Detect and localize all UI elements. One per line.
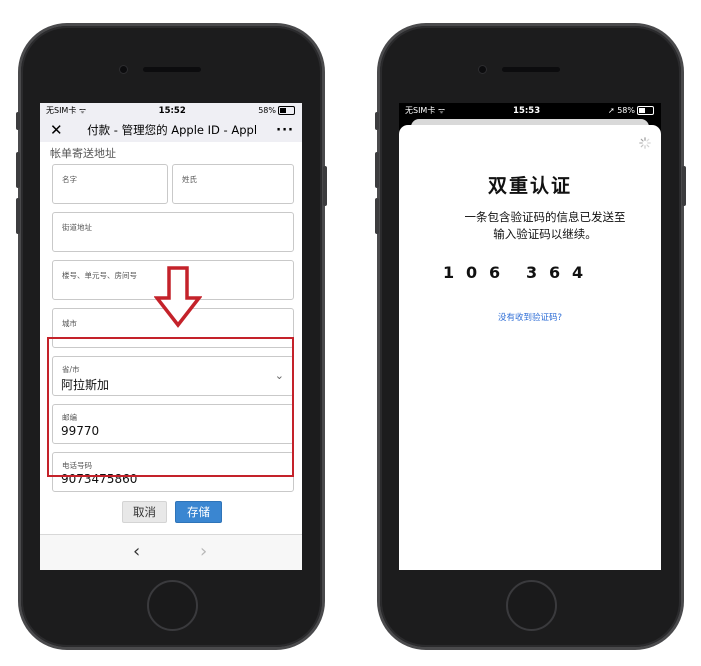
left-phone: 无SIM卡 ᯤ 15:52 58% ✕ 付款 - 管理您的 Apple ID -… — [16, 26, 327, 647]
power-button — [682, 166, 686, 206]
carrier-status: 无SIM卡 ᯤ — [405, 106, 446, 115]
volume-up-button — [375, 152, 379, 188]
battery-status: ➚ 58% — [608, 106, 654, 115]
forward-arrow-icon[interactable]: › — [200, 541, 207, 562]
wifi-icon: ᯤ — [437, 106, 446, 115]
down-arrow-icon — [154, 266, 202, 328]
close-icon[interactable]: ✕ — [50, 122, 68, 138]
earpiece-speaker — [143, 67, 201, 72]
last-name-field[interactable]: 姓氏 — [172, 164, 294, 204]
back-arrow-icon[interactable]: ‹ — [133, 541, 140, 562]
home-button[interactable] — [506, 580, 557, 631]
location-icon: ➚ — [607, 106, 615, 115]
status-bar: 无SIM卡 ᯤ 15:52 58% — [40, 103, 302, 118]
browser-navbar: ✕ 付款 - 管理您的 Apple ID - Appl ··· — [40, 118, 302, 142]
last-name-label: 姓氏 — [182, 175, 197, 184]
battery-status: 58% — [258, 106, 295, 115]
battery-icon — [636, 106, 654, 115]
highlight-box — [47, 337, 294, 477]
status-bar: 无SIM卡 ᯤ 15:53 ➚ 58% — [399, 103, 661, 118]
street-address-field[interactable]: 街道地址 — [52, 212, 294, 252]
earpiece-speaker — [502, 67, 560, 72]
right-phone: 无SIM卡 ᯤ 15:53 ➚ 58% 双重认证 一条包含验证码的信息已发送至 … — [375, 26, 686, 647]
city-label: 城市 — [62, 319, 77, 328]
cancel-button[interactable]: 取消 — [122, 501, 167, 523]
unit-number-label: 楼号、单元号、房间号 — [62, 271, 137, 280]
mute-switch — [16, 112, 20, 130]
two-factor-sheet: 双重认证 一条包含验证码的信息已发送至 输入验证码以继续。 1 0 6 3 6 … — [399, 125, 661, 570]
front-camera — [479, 66, 486, 73]
power-button — [323, 166, 327, 206]
volume-up-button — [16, 152, 20, 188]
left-screen: 无SIM卡 ᯤ 15:52 58% ✕ 付款 - 管理您的 Apple ID -… — [40, 103, 302, 570]
two-factor-message: 一条包含验证码的信息已发送至 输入验证码以继续。 — [399, 209, 661, 243]
message-line-2: 输入验证码以继续。 — [493, 227, 597, 241]
status-time: 15:53 — [513, 105, 541, 116]
page-title: 付款 - 管理您的 Apple ID - Appl — [87, 123, 258, 137]
verification-code-input[interactable]: 1 0 6 3 6 4 — [443, 263, 595, 285]
volume-down-button — [16, 198, 20, 234]
status-time: 15:52 — [158, 105, 186, 116]
volume-down-button — [375, 198, 379, 234]
right-screen: 无SIM卡 ᯤ 15:53 ➚ 58% 双重认证 一条包含验证码的信息已发送至 … — [399, 103, 661, 570]
wifi-icon: ᯤ — [78, 106, 87, 115]
message-line-1: 一条包含验证码的信息已发送至 — [464, 210, 626, 224]
carrier-status: 无SIM卡 ᯤ — [46, 106, 87, 115]
code-digit: 1 — [443, 263, 455, 282]
first-name-field[interactable]: 名字 — [52, 164, 168, 204]
home-button[interactable] — [147, 580, 198, 631]
section-title: 帐单寄送地址 — [50, 147, 116, 160]
front-camera — [120, 66, 127, 73]
save-button[interactable]: 存储 — [175, 501, 222, 523]
browser-toolbar: ‹ › — [40, 534, 302, 570]
first-name-label: 名字 — [62, 175, 77, 184]
code-digit: 6 — [549, 263, 561, 282]
loading-spinner-icon — [639, 137, 651, 149]
battery-icon — [277, 106, 295, 115]
more-options-icon[interactable]: ··· — [276, 123, 294, 138]
resend-code-link[interactable]: 没有收到验证码? — [399, 311, 661, 323]
mute-switch — [375, 112, 379, 130]
code-digit: 0 — [466, 263, 478, 282]
street-address-label: 街道地址 — [62, 223, 92, 232]
code-digit: 3 — [526, 263, 538, 282]
two-factor-title: 双重认证 — [487, 175, 572, 197]
code-digit: 6 — [489, 263, 501, 282]
code-digit: 4 — [572, 263, 584, 282]
